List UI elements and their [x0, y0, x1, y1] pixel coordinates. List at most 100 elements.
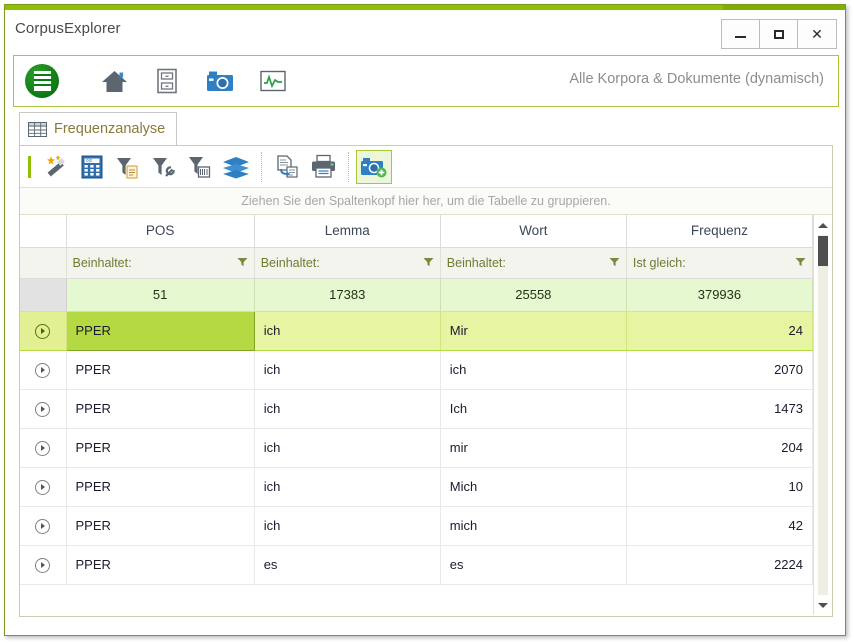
cell-pos[interactable]: PPER [66, 389, 255, 429]
filter-funnel-icon-frequenz[interactable] [795, 256, 806, 270]
scroll-down-button[interactable] [814, 595, 832, 615]
grid-header: POS Lemma Wort Frequenz [20, 215, 813, 248]
scrollbar-track[interactable] [818, 235, 828, 595]
tab-frequenzanalyse[interactable]: Frequenzanalyse [19, 112, 178, 145]
cell-wort[interactable]: Ich [440, 389, 627, 429]
print-button[interactable] [305, 150, 341, 184]
row-indicator[interactable] [20, 428, 67, 468]
archive-drawer-icon [157, 68, 177, 94]
application-window: CorpusExplorer ✕ Alle Korpora & Dokument… [4, 4, 846, 636]
minimize-button[interactable] [722, 20, 760, 48]
filter-cell-lemma[interactable]: Beinhaltet: [254, 247, 441, 279]
cell-lemma[interactable]: ich [254, 389, 441, 429]
filter-indicator-cell [20, 247, 67, 279]
row-indicator[interactable] [20, 545, 67, 585]
cell-pos[interactable]: PPER [66, 350, 255, 390]
cell-lemma[interactable]: ich [254, 467, 441, 507]
maximize-button[interactable] [760, 20, 798, 48]
cell-frequenz[interactable]: 2070 [626, 350, 813, 390]
table-row[interactable]: PPER ich mir 204 [20, 428, 813, 468]
cell-wort[interactable]: Mich [440, 467, 627, 507]
scrollbar-thumb[interactable] [818, 236, 828, 266]
table-row[interactable]: PPER ich Mich 10 [20, 467, 813, 507]
cell-pos[interactable]: PPER [66, 467, 255, 507]
cell-frequenz[interactable]: 10 [626, 467, 813, 507]
filter-cell-frequenz[interactable]: Ist gleich: [626, 247, 813, 279]
navigation-strip: Alle Korpora & Dokumente (dynamisch) [13, 55, 839, 107]
grid-filter-row: Beinhaltet: Beinhaltet: Beinhaltet: Ist … [20, 247, 813, 279]
column-header-frequenz[interactable]: Frequenz [626, 215, 813, 248]
cell-frequenz[interactable]: 204 [626, 428, 813, 468]
row-indicator[interactable] [20, 506, 67, 546]
filter-label-pos: Beinhaltet: [72, 255, 132, 270]
filter-clipboard-button[interactable] [110, 150, 146, 184]
cell-lemma[interactable]: ich [254, 311, 441, 351]
filter-funnel-icon-wort[interactable] [609, 256, 620, 270]
maximize-icon [773, 29, 784, 39]
filter-cell-pos[interactable]: Beinhaltet: [66, 247, 255, 279]
filter-cell-wort[interactable]: Beinhaltet: [440, 247, 627, 279]
cell-pos[interactable]: PPER [66, 545, 255, 585]
cell-frequenz[interactable]: 42 [626, 506, 813, 546]
magic-wand-icon [47, 154, 65, 176]
filter-funnel-icon-lemma[interactable] [423, 256, 434, 270]
cell-wort[interactable]: Mir [440, 311, 627, 351]
close-button[interactable]: ✕ [798, 20, 836, 48]
row-expand-icon[interactable] [35, 323, 51, 339]
cell-pos[interactable]: PPER [65, 310, 255, 351]
close-icon: ✕ [811, 26, 823, 42]
cell-lemma[interactable]: ich [254, 428, 441, 468]
nav-home-button[interactable] [99, 66, 129, 96]
row-expand-icon[interactable] [35, 557, 51, 573]
row-expand-icon[interactable] [35, 479, 51, 495]
cell-wort[interactable]: ich [440, 350, 627, 390]
row-indicator[interactable] [20, 350, 67, 390]
vertical-scrollbar[interactable] [813, 215, 832, 615]
nav-analysis-button[interactable] [258, 66, 288, 96]
filter-save-button[interactable] [182, 150, 218, 184]
cell-frequenz[interactable]: 24 [626, 311, 813, 351]
cell-pos[interactable]: PPER [66, 428, 255, 468]
table-row[interactable]: PPER ich Mir 24 [20, 310, 813, 351]
table-row[interactable]: PPER es es 2224 [20, 545, 813, 585]
export-document-button[interactable] [269, 150, 305, 184]
row-expand-icon[interactable] [35, 401, 51, 417]
row-expand-icon[interactable] [35, 362, 51, 378]
svg-text:0|0: 0|0 [86, 158, 93, 163]
toolbar-separator-1 [261, 151, 262, 182]
cell-lemma[interactable]: ich [254, 506, 441, 546]
table-row[interactable]: PPER ich mich 42 [20, 506, 813, 546]
filter-wrench-button[interactable] [146, 150, 182, 184]
logo-book-shape [33, 71, 51, 91]
table-grid-icon [28, 121, 47, 137]
row-expand-icon[interactable] [35, 518, 51, 534]
magic-wand-button[interactable] [38, 150, 74, 184]
layers-button[interactable] [218, 150, 254, 184]
row-indicator[interactable] [20, 389, 67, 429]
filter-save-icon [189, 156, 211, 178]
cell-pos[interactable]: PPER [66, 506, 255, 546]
filter-funnel-icon-pos[interactable] [237, 256, 248, 270]
group-by-panel[interactable]: Ziehen Sie den Spaltenkopf hier her, um … [20, 188, 832, 215]
column-header-pos[interactable]: POS [66, 215, 255, 248]
nav-archive-button[interactable] [152, 66, 182, 96]
row-indicator[interactable] [20, 467, 67, 507]
column-header-lemma[interactable]: Lemma [254, 215, 441, 248]
row-indicator[interactable] [20, 311, 67, 351]
cell-lemma[interactable]: es [254, 545, 441, 585]
cell-lemma[interactable]: ich [254, 350, 441, 390]
column-header-wort[interactable]: Wort [440, 215, 627, 248]
calculator-button[interactable]: 0|0 [74, 150, 110, 184]
cell-frequenz[interactable]: 1473 [626, 389, 813, 429]
table-row[interactable]: PPER ich ich 2070 [20, 350, 813, 390]
nav-camera-button[interactable] [205, 66, 235, 96]
row-expand-icon[interactable] [35, 440, 51, 456]
cell-wort[interactable]: es [440, 545, 627, 585]
table-row[interactable]: PPER ich Ich 1473 [20, 389, 813, 429]
cell-frequenz[interactable]: 2224 [626, 545, 813, 585]
cell-wort[interactable]: mich [440, 506, 627, 546]
cell-wort[interactable]: mir [440, 428, 627, 468]
toolbar-drag-handle[interactable] [28, 155, 31, 178]
scroll-up-button[interactable] [814, 215, 832, 235]
camera-add-button[interactable] [356, 149, 392, 184]
